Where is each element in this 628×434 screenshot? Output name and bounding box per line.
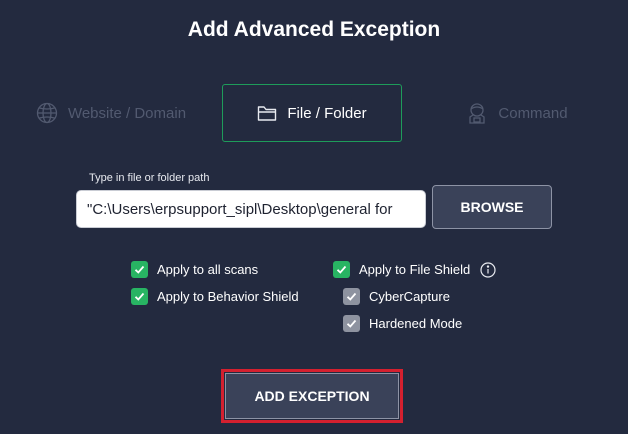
add-exception-button[interactable]: ADD EXCEPTION xyxy=(225,373,399,419)
folder-icon xyxy=(257,104,277,122)
tab-file-folder-label: File / Folder xyxy=(287,104,367,122)
checkbox-apply-behavior-shield[interactable] xyxy=(131,288,148,305)
tab-file-folder[interactable]: File / Folder xyxy=(222,84,402,142)
option-apply-file-shield-label: Apply to File Shield xyxy=(359,262,471,277)
option-hardened-mode-label: Hardened Mode xyxy=(369,316,463,331)
checkbox-apply-all-scans[interactable] xyxy=(131,261,148,278)
option-cybercapture-label: CyberCapture xyxy=(369,289,450,304)
browse-button[interactable]: BROWSE xyxy=(432,185,552,229)
option-cybercapture[interactable]: CyberCapture xyxy=(343,288,450,305)
option-apply-file-shield[interactable]: Apply to File Shield xyxy=(333,261,496,278)
checkbox-cybercapture[interactable] xyxy=(343,288,360,305)
checkbox-hardened-mode[interactable] xyxy=(343,315,360,332)
tab-command-label: Command xyxy=(498,104,568,122)
tab-website-domain-label: Website / Domain xyxy=(67,104,187,122)
checkbox-apply-file-shield[interactable] xyxy=(333,261,350,278)
option-apply-all-scans-label: Apply to all scans xyxy=(157,262,259,277)
tab-website-domain[interactable]: Website / Domain xyxy=(22,84,200,142)
option-apply-behavior-shield[interactable]: Apply to Behavior Shield xyxy=(131,288,299,305)
option-apply-all-scans[interactable]: Apply to all scans xyxy=(131,261,258,278)
option-hardened-mode[interactable]: Hardened Mode xyxy=(343,315,462,332)
globe-icon xyxy=(36,102,58,124)
path-input-label: Type in file or folder path xyxy=(89,172,210,184)
path-input[interactable]: "C:\Users\erpsupport_sipl\Desktop\genera… xyxy=(76,190,426,228)
info-icon[interactable] xyxy=(480,261,496,278)
option-apply-behavior-shield-label: Apply to Behavior Shield xyxy=(157,289,299,304)
dialog-title: Add Advanced Exception xyxy=(187,18,441,41)
command-icon xyxy=(466,101,488,125)
tab-command[interactable]: Command xyxy=(448,84,586,142)
